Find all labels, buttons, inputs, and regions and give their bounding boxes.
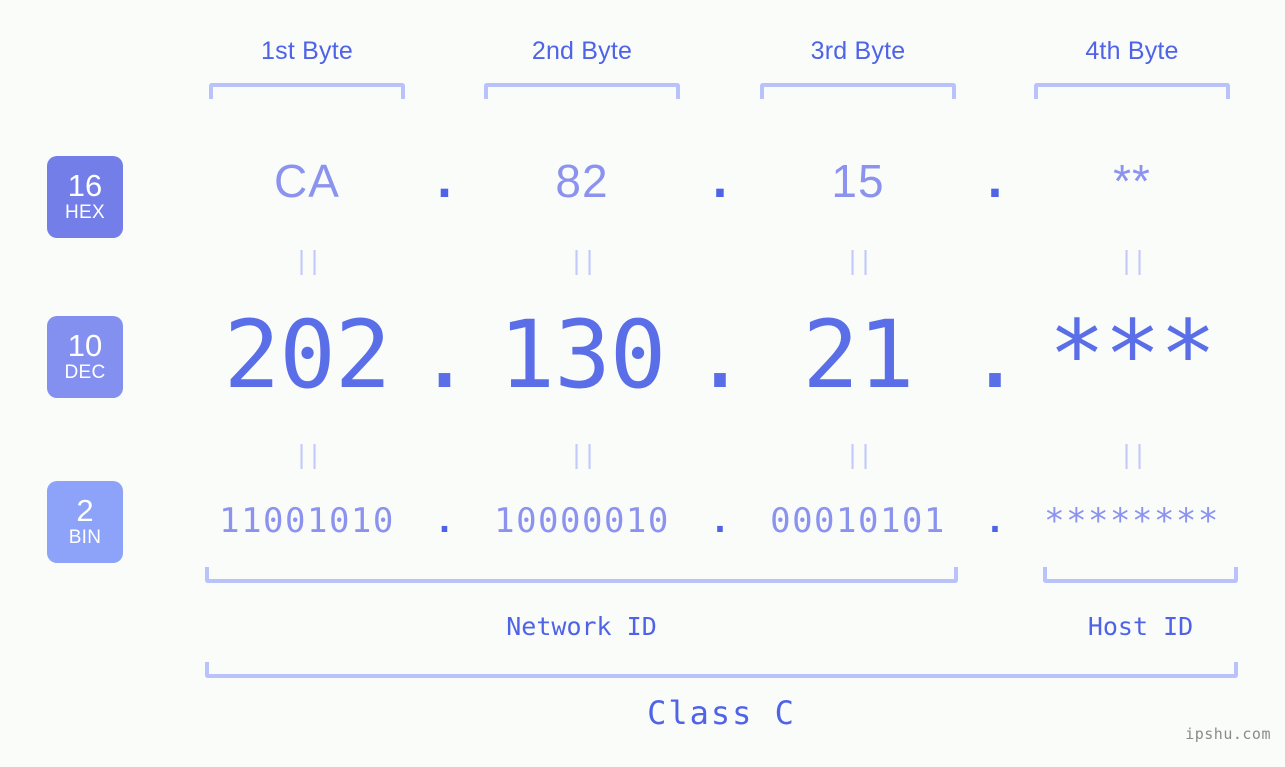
- base-badge-hex: 16 HEX: [47, 156, 123, 238]
- class-bracket-icon: [205, 662, 1238, 678]
- network-id-bracket-icon: [205, 567, 958, 583]
- bin-byte-2: 10000010: [494, 501, 670, 541]
- equality-marks-dec-bin: || || || ||: [160, 440, 1285, 470]
- hex-value-row: CA . 82 . 15 . **: [160, 145, 1285, 217]
- hex-separator-1: .: [430, 154, 459, 208]
- equality-mark-7: ||: [844, 440, 873, 469]
- base-badge-bin-name: BIN: [68, 527, 102, 548]
- equality-mark-3: ||: [844, 246, 873, 275]
- base-badge-bin-number: 2: [76, 493, 94, 528]
- byte-bracket-4-icon: [1034, 83, 1230, 99]
- byte-bracket-1-icon: [209, 83, 405, 99]
- hex-separator-2: .: [706, 154, 734, 208]
- equality-mark-8: ||: [1118, 440, 1147, 469]
- bin-separator-1: .: [434, 501, 455, 541]
- base-badge-hex-name: HEX: [65, 202, 105, 223]
- base-badge-dec: 10 DEC: [47, 316, 123, 398]
- dec-byte-4: ***: [1048, 301, 1217, 410]
- base-badge-dec-name: DEC: [64, 362, 106, 383]
- dec-byte-3: 21: [802, 301, 914, 410]
- dec-separator-3: .: [966, 301, 1024, 410]
- bin-separator-3: .: [984, 501, 1006, 541]
- ip-byte-breakdown-diagram: 1st Byte 2nd Byte 3rd Byte 4th Byte 16 H…: [0, 0, 1285, 767]
- byte-header-4: 4th Byte: [1085, 37, 1179, 65]
- equality-mark-6: ||: [568, 440, 597, 469]
- bin-byte-4: ********: [1044, 501, 1220, 541]
- bin-separator-2: .: [709, 501, 731, 541]
- equality-mark-4: ||: [1118, 246, 1147, 275]
- dec-value-row: 202 . 130 . 21 . ***: [160, 296, 1285, 416]
- base-badge-hex-number: 16: [67, 168, 103, 203]
- network-id-label: Network ID: [506, 612, 657, 641]
- equality-mark-5: ||: [293, 440, 322, 469]
- host-id-label: Host ID: [1087, 612, 1194, 641]
- dec-byte-1: 202: [223, 301, 392, 410]
- hex-byte-2: 82: [555, 155, 609, 207]
- host-id-bracket-icon: [1043, 567, 1238, 583]
- byte-header-1: 1st Byte: [261, 37, 353, 65]
- hex-separator-3: .: [981, 154, 1009, 208]
- bin-byte-3: 00010101: [770, 501, 946, 541]
- hex-byte-3: 15: [831, 155, 885, 207]
- base-badge-bin: 2 BIN: [47, 481, 123, 563]
- byte-bracket-2-icon: [484, 83, 680, 99]
- byte-bracket-3-icon: [760, 83, 956, 99]
- equality-mark-2: ||: [568, 246, 597, 275]
- byte-header-2: 2nd Byte: [531, 37, 633, 65]
- class-label: Class C: [647, 694, 796, 732]
- bin-byte-1: 11001010: [219, 501, 395, 541]
- byte-header-3: 3rd Byte: [810, 37, 906, 65]
- base-badge-dec-number: 10: [67, 328, 103, 363]
- hex-byte-1: CA: [274, 155, 340, 207]
- equality-marks-hex-dec: || || || ||: [160, 246, 1285, 276]
- equality-mark-1: ||: [293, 246, 322, 275]
- watermark: ipshu.com: [1185, 725, 1271, 743]
- dec-byte-2: 130: [498, 301, 667, 410]
- hex-byte-4: **: [1113, 155, 1151, 207]
- bin-value-row: 11001010 . 10000010 . 00010101 . *******…: [160, 490, 1285, 552]
- dec-separator-1: .: [416, 301, 473, 410]
- dec-separator-2: .: [691, 301, 749, 410]
